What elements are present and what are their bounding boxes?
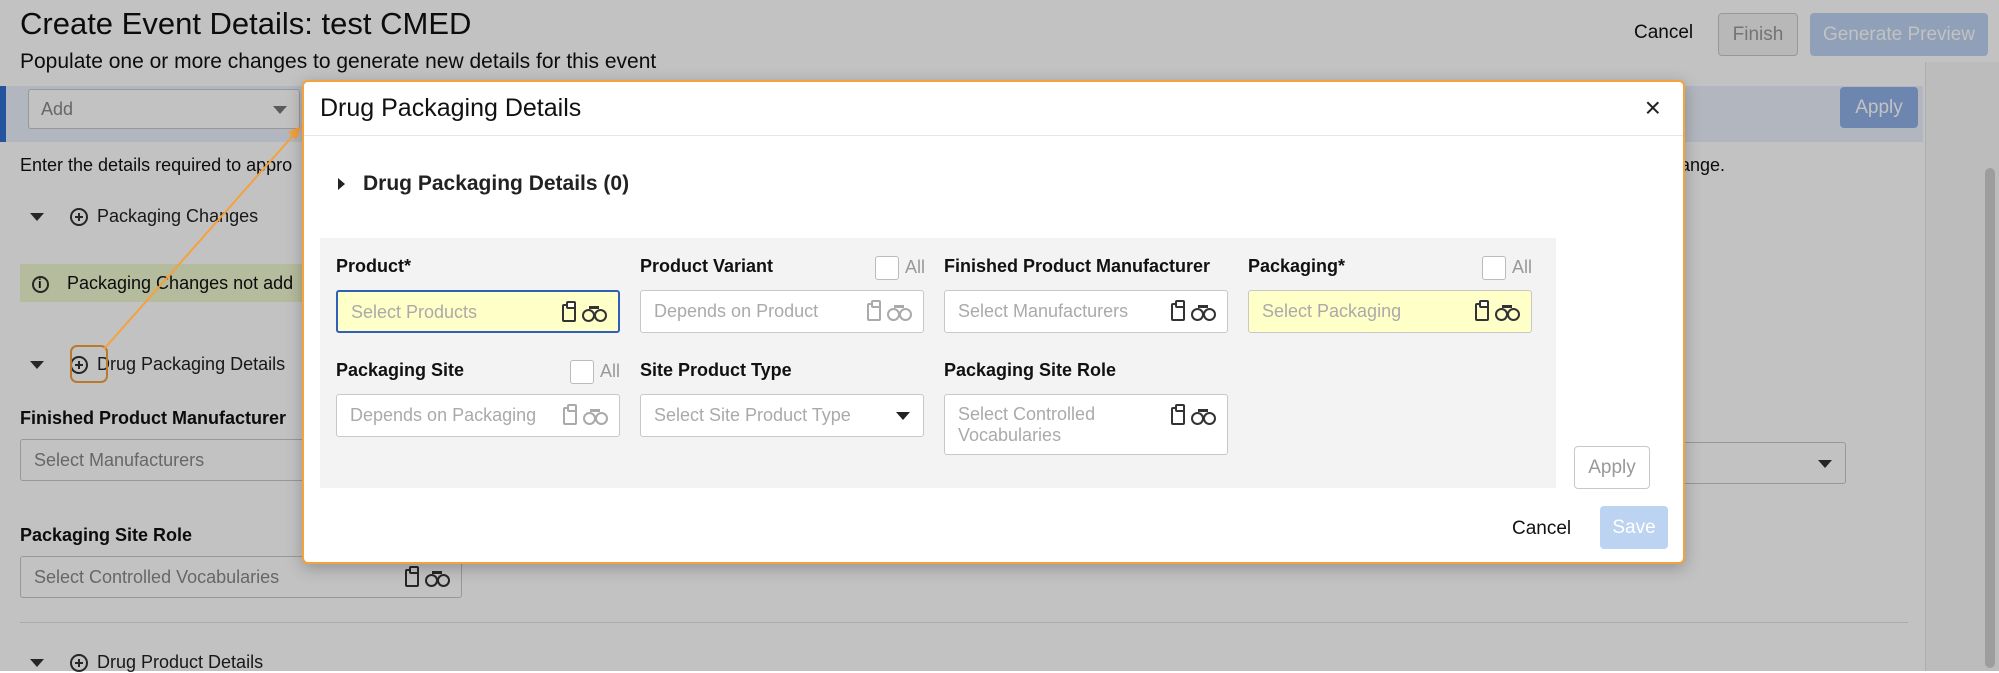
packaging-all-checkbox[interactable]: All [1482, 256, 1532, 280]
product-label: Product* [336, 256, 412, 276]
packaging-site-label: Packaging Site [336, 360, 465, 380]
packaging-input[interactable]: Select Packaging [1248, 290, 1532, 333]
packaging-site-role-input[interactable]: Select Controlled Vocabularies [944, 394, 1228, 455]
all-label: All [1512, 256, 1533, 277]
checkbox-icon[interactable] [1482, 256, 1506, 280]
details-count-label: Drug Packaging Details (0) [363, 172, 630, 195]
clipboard-icon [563, 404, 577, 426]
packaging-label: Packaging* [1248, 256, 1346, 276]
cancel-button[interactable]: Cancel [1512, 518, 1571, 540]
clipboard-icon[interactable] [1171, 300, 1185, 322]
product-placeholder: Select Products [351, 302, 478, 322]
filter-panel: Product* Select Products Product Variant… [320, 238, 1556, 488]
binoculars-icon [887, 305, 912, 322]
product-variant-all-checkbox[interactable]: All [875, 256, 925, 280]
binoculars-icon[interactable] [1495, 305, 1520, 322]
packaging-site-placeholder: Depends on Packaging [350, 405, 537, 425]
clipboard-icon[interactable] [562, 301, 576, 323]
packaging-site-role-label: Packaging Site Role [944, 360, 1117, 380]
chevron-down-icon [896, 412, 910, 420]
product-input[interactable]: Select Products [336, 290, 620, 333]
dialog-title: Drug Packaging Details [320, 94, 582, 122]
binoculars-icon[interactable] [1191, 305, 1216, 322]
clipboard-icon[interactable] [1475, 300, 1489, 322]
packaging-site-role-placeholder: Select Controlled Vocabularies [958, 404, 1096, 445]
checkbox-icon[interactable] [875, 256, 899, 280]
apply-button[interactable]: Apply [1574, 446, 1650, 489]
site-product-type-label: Site Product Type [640, 360, 792, 380]
product-variant-label: Product Variant [640, 256, 774, 276]
all-label: All [600, 360, 621, 381]
all-label: All [905, 256, 926, 277]
product-variant-input[interactable]: Depends on Product [640, 290, 924, 333]
clipboard-icon [867, 300, 881, 322]
site-product-type-placeholder: Select Site Product Type [654, 405, 851, 425]
chevron-right-icon[interactable] [338, 178, 345, 191]
checkbox-icon[interactable] [570, 360, 594, 384]
close-icon[interactable]: × [1645, 92, 1661, 124]
packaging-placeholder: Select Packaging [1262, 301, 1402, 321]
packaging-site-all-checkbox[interactable]: All [570, 360, 620, 384]
binoculars-icon[interactable] [582, 306, 607, 323]
drug-packaging-details-dialog: Drug Packaging Details × Drug Packaging … [302, 80, 1685, 564]
clipboard-icon[interactable] [1171, 404, 1185, 426]
manufacturer-placeholder: Select Manufacturers [958, 301, 1129, 321]
packaging-site-input[interactable]: Depends on Packaging [336, 394, 620, 437]
save-button[interactable]: Save [1600, 506, 1668, 549]
binoculars-icon [583, 409, 608, 426]
dialog-header: Drug Packaging Details × [304, 82, 1683, 136]
site-product-type-select[interactable]: Select Site Product Type [640, 394, 924, 437]
manufacturer-label: Finished Product Manufacturer [944, 256, 1211, 276]
product-variant-placeholder: Depends on Product [654, 301, 819, 321]
manufacturer-input[interactable]: Select Manufacturers [944, 290, 1228, 333]
details-expand-toggle[interactable]: Drug Packaging Details (0) [338, 172, 629, 196]
binoculars-icon[interactable] [1191, 409, 1216, 426]
